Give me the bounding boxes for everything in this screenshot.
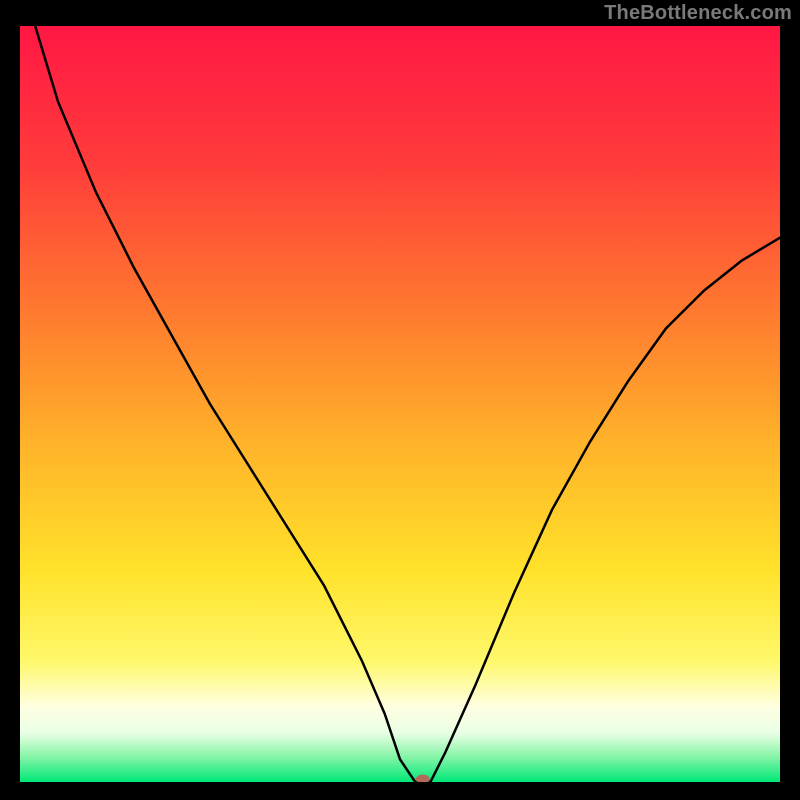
plot-svg (20, 26, 780, 782)
plot-area (20, 26, 780, 782)
gradient-bg (20, 26, 780, 782)
watermark-text: TheBottleneck.com (604, 2, 792, 25)
chart-frame: TheBottleneck.com (0, 0, 800, 800)
plot-canvas (20, 26, 780, 782)
